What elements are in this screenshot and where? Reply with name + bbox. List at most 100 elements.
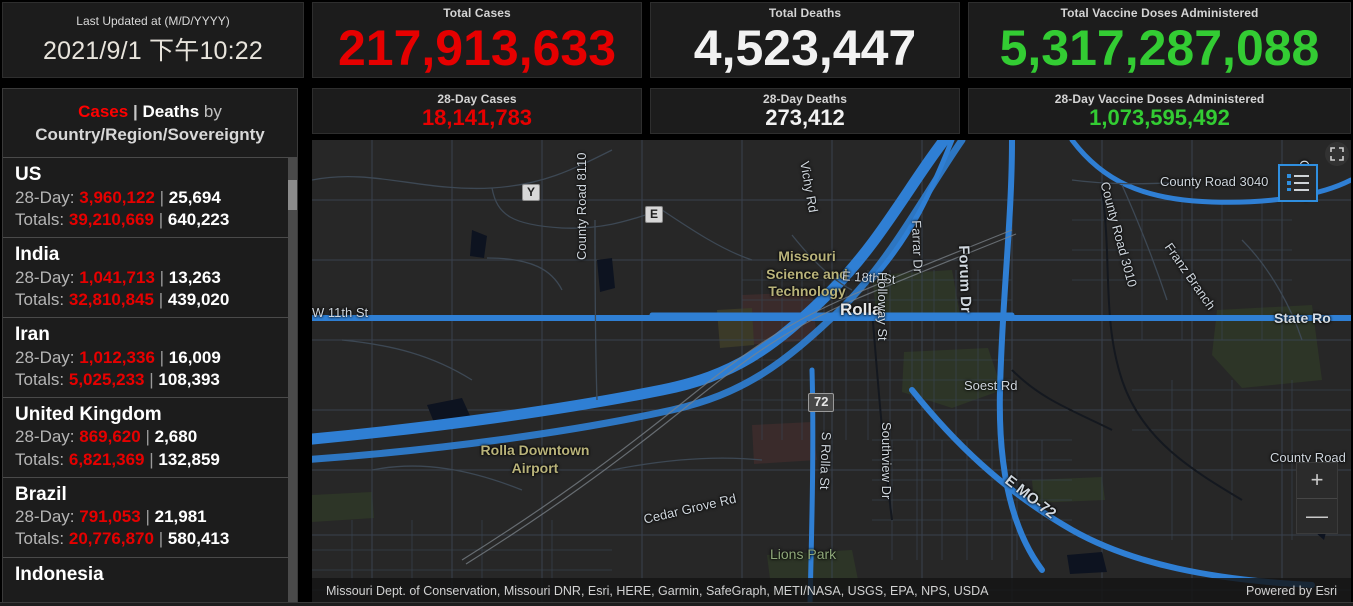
map-zoom-controls[interactable]: + — bbox=[1296, 462, 1338, 534]
country-name: India bbox=[15, 243, 60, 265]
map-zoom-in-button[interactable]: + bbox=[1297, 463, 1337, 499]
map-attribution-bar: Missouri Dept. of Conservation, Missouri… bbox=[312, 578, 1351, 604]
country-28day-deaths: 25,694 bbox=[168, 187, 221, 207]
country-total-cases: 6,821,369 bbox=[68, 449, 145, 469]
value-separator: | bbox=[159, 347, 165, 367]
country-total-deaths: 580,413 bbox=[167, 529, 230, 549]
country-totals-line: Totals: 20,776,870 | 580,413 bbox=[15, 528, 297, 550]
value-separator: | bbox=[158, 289, 164, 309]
country-row[interactable]: United Kingdom 28-Day: 869,620 | 2,680 Tot… bbox=[3, 396, 297, 477]
country-28day-line: 28-Day: 869,620 | 2,680 bbox=[15, 426, 297, 448]
map-shield-y: Y bbox=[522, 184, 541, 202]
title-separator: | bbox=[132, 102, 138, 121]
label-totals: Totals: bbox=[15, 289, 65, 309]
country-row[interactable]: Indonesia bbox=[3, 556, 297, 593]
country-total-cases: 39,210,669 bbox=[68, 209, 154, 229]
country-28day-cases: 1,012,336 bbox=[79, 347, 155, 367]
map-shield-72: 72 bbox=[808, 393, 835, 412]
value-separator: | bbox=[149, 449, 154, 469]
country-totals-line: Totals: 6,821,369 | 132,859 bbox=[15, 449, 297, 471]
total-vaccine-doses-label: Total Vaccine Doses Administered bbox=[1060, 6, 1259, 21]
value-separator: | bbox=[145, 427, 150, 447]
deaths-28day-value: 273,412 bbox=[765, 105, 845, 131]
value-separator: | bbox=[159, 187, 165, 207]
map-view[interactable]: Y E 72 County Road 8110 Vichy Rd Missour… bbox=[312, 140, 1351, 604]
country-total-deaths: 108,393 bbox=[158, 369, 220, 389]
bottom-window-chrome bbox=[0, 602, 1353, 606]
total-vaccine-doses-panel: Total Vaccine Doses Administered 5,317,2… bbox=[968, 2, 1351, 78]
country-28day-cases: 869,620 bbox=[79, 427, 141, 447]
map-shield-e: E bbox=[645, 206, 664, 224]
country-28day-deaths: 16,009 bbox=[168, 347, 221, 367]
total-vaccine-doses-value: 5,317,287,088 bbox=[999, 19, 1320, 76]
value-separator: | bbox=[145, 507, 150, 527]
map-legend-button[interactable] bbox=[1278, 164, 1318, 202]
country-28day-line: 28-Day: 1,041,713 | 13,263 bbox=[15, 267, 297, 289]
label-28day: 28-Day: bbox=[15, 267, 75, 287]
covid-dashboard: Last Updated at (M/D/YYYY) 2021/9/1 下午10… bbox=[0, 0, 1353, 606]
label-totals: Totals: bbox=[15, 529, 65, 549]
map-expand-button[interactable] bbox=[1325, 142, 1349, 166]
country-total-cases: 5,025,233 bbox=[68, 369, 145, 389]
total-cases-label: Total Cases bbox=[443, 6, 511, 21]
vaccine-doses-28day-value: 1,073,595,492 bbox=[1089, 105, 1230, 131]
country-row[interactable]: Brazil 28-Day: 791,053 | 21,981 Totals: 20… bbox=[3, 476, 297, 557]
country-list-panel: Cases | Deaths by Country/Region/Soverei… bbox=[2, 88, 298, 604]
expand-fullscreen-icon bbox=[1330, 147, 1344, 161]
value-separator: | bbox=[158, 529, 164, 549]
total-deaths-panel: Total Deaths 4,523,447 bbox=[650, 2, 960, 78]
country-totals-line: Totals: 5,025,233 | 108,393 bbox=[15, 369, 297, 391]
country-row[interactable]: Iran 28-Day: 1,012,336 | 16,009 Totals: 5,… bbox=[3, 316, 297, 397]
label-28day: 28-Day: bbox=[15, 347, 75, 367]
last-updated-value: 2021/9/1 下午10:22 bbox=[42, 36, 264, 65]
country-28day-line: 28-Day: 3,960,122 | 25,694 bbox=[15, 187, 297, 209]
map-zoom-out-button[interactable]: — bbox=[1297, 499, 1337, 534]
country-name: United Kingdom bbox=[15, 403, 162, 425]
country-name: Brazil bbox=[15, 483, 67, 505]
country-28day-deaths: 2,680 bbox=[154, 427, 198, 447]
country-total-cases: 20,776,870 bbox=[68, 529, 154, 549]
country-total-deaths: 439,020 bbox=[167, 289, 230, 309]
total-cases-value: 217,913,633 bbox=[337, 19, 617, 76]
title-deaths-word: Deaths bbox=[142, 102, 200, 121]
country-28day-line: 28-Day: 791,053 | 21,981 bbox=[15, 506, 297, 528]
country-name: Indonesia bbox=[15, 563, 104, 585]
country-28day-deaths: 13,263 bbox=[168, 267, 221, 287]
country-totals-line: Totals: 39,210,669 | 640,223 bbox=[15, 209, 297, 231]
country-list-subtitle: Country/Region/Sovereignty bbox=[35, 124, 265, 144]
sidebar-scrollbar-thumb[interactable] bbox=[288, 179, 297, 210]
cases-28day-value: 18,141,783 bbox=[421, 105, 533, 131]
title-by-word: by bbox=[203, 102, 222, 121]
total-cases-panel: Total Cases 217,913,633 bbox=[312, 2, 642, 78]
label-28day: 28-Day: bbox=[15, 507, 75, 527]
country-total-deaths: 640,223 bbox=[167, 209, 230, 229]
country-name: US bbox=[15, 163, 42, 185]
vaccine-doses-28day-panel: 28-Day Vaccine Doses Administered 1,073,… bbox=[968, 88, 1351, 134]
deaths-28day-panel: 28-Day Deaths 273,412 bbox=[650, 88, 960, 134]
country-list[interactable]: US 28-Day: 3,960,122 | 25,694 Totals: 39,2… bbox=[3, 156, 297, 603]
country-28day-cases: 3,960,122 bbox=[79, 187, 155, 207]
total-deaths-value: 4,523,447 bbox=[693, 19, 917, 76]
label-totals: Totals: bbox=[15, 209, 65, 229]
sidebar-scrollbar[interactable] bbox=[288, 156, 297, 603]
country-row[interactable]: US 28-Day: 3,960,122 | 25,694 Totals: 39,2… bbox=[3, 156, 297, 237]
last-updated-panel: Last Updated at (M/D/YYYY) 2021/9/1 下午10… bbox=[2, 2, 304, 78]
cases-28day-panel: 28-Day Cases 18,141,783 bbox=[312, 88, 642, 134]
country-name: Iran bbox=[15, 323, 50, 345]
country-28day-deaths: 21,981 bbox=[154, 507, 207, 527]
country-list-title: Cases | Deaths by bbox=[11, 101, 289, 124]
label-totals: Totals: bbox=[15, 369, 65, 389]
country-28day-cases: 791,053 bbox=[79, 507, 141, 527]
total-deaths-label: Total Deaths bbox=[768, 6, 842, 21]
country-total-cases: 32,810,845 bbox=[68, 289, 154, 309]
country-list-header: Cases | Deaths by Country/Region/Soverei… bbox=[3, 89, 297, 157]
label-28day: 28-Day: bbox=[15, 427, 75, 447]
value-separator: | bbox=[149, 369, 154, 389]
last-updated-label: Last Updated at (M/D/YYYY) bbox=[76, 13, 230, 28]
country-totals-line: Totals: 32,810,845 | 439,020 bbox=[15, 289, 297, 311]
map-powered-by-esri[interactable]: Powered by Esri bbox=[1246, 584, 1337, 598]
country-row[interactable]: India 28-Day: 1,041,713 | 13,263 Totals: 3… bbox=[3, 236, 297, 317]
legend-list-icon bbox=[1287, 174, 1309, 191]
country-28day-cases: 1,041,713 bbox=[79, 267, 155, 287]
title-cases-word: Cases bbox=[78, 102, 129, 121]
